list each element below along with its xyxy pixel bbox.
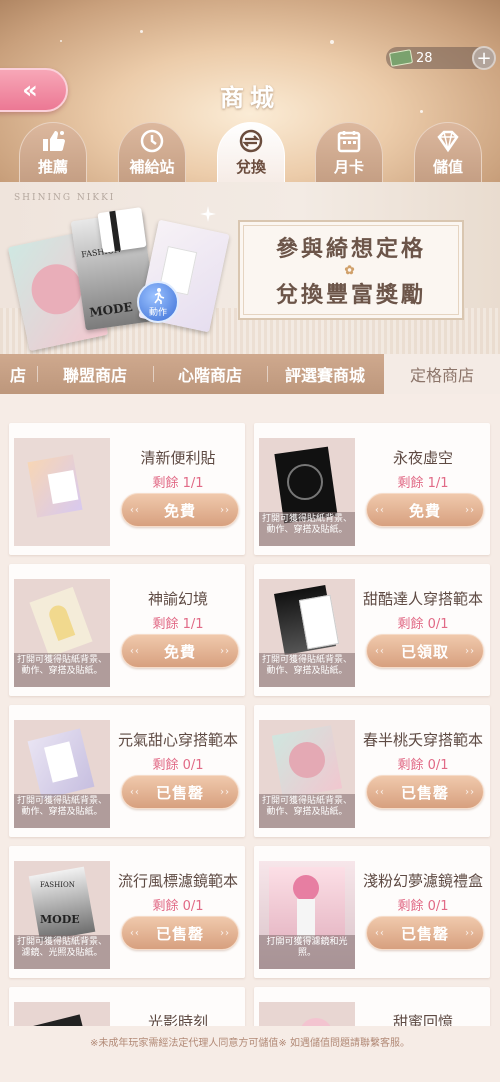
shop-item[interactable]: 清新便利貼 剩餘 1/1 免費 — [9, 423, 245, 555]
sold-out-button[interactable]: 已售罄 — [366, 916, 484, 950]
item-name: 永夜虛空 — [392, 449, 453, 467]
item-thumbnail: 打開可獲得貼紙背景、動作、穿搭及貼紙。 — [14, 720, 110, 828]
subtab-contest-shop[interactable]: 評選賽商城 — [268, 354, 382, 394]
claimed-button[interactable]: 已領取 — [366, 634, 484, 668]
tab-monthly-card[interactable]: 月卡 — [315, 122, 383, 182]
banner-line-2: 兌換豐富獎勵 — [275, 282, 426, 308]
footer-notice: ※未成年玩家需經法定代理人同意方可儲值※ 如遇儲值問題請聯繫客服。 — [0, 1026, 500, 1082]
item-name: 神諭幻境 — [147, 590, 208, 608]
tape-card — [97, 207, 147, 253]
tab-label: 補給站 — [129, 158, 175, 176]
add-currency-button[interactable]: + — [472, 46, 496, 70]
item-remaining: 剩餘 0/1 — [152, 899, 204, 914]
item-thumbnail: 打開可獲得貼紙背景、動作、穿搭及貼紙。 — [14, 579, 110, 687]
item-remaining: 剩餘 0/1 — [397, 617, 449, 632]
item-name: 淺粉幻夢濾鏡禮盒 — [362, 872, 483, 890]
flower-icon: ✿ — [344, 263, 358, 277]
item-thumbnail — [14, 438, 110, 546]
subtab-alliance-shop[interactable]: 聯盟商店 — [38, 354, 152, 394]
sold-out-button[interactable]: 已售罄 — [121, 775, 239, 809]
sold-out-button[interactable]: 已售罄 — [121, 916, 239, 950]
tab-label: 儲值 — [432, 158, 463, 176]
shop-item[interactable]: 打開可獲得貼紙背景、動作、穿搭及貼紙。 甜酷達人穿搭範本 剩餘 0/1 已領取 — [254, 564, 490, 696]
item-caption: 打開可獲得貼紙背景、濾鏡、光照及貼紙。 — [14, 935, 110, 969]
shop-item[interactable]: 打開可獲得濾鏡和光照。 淺粉幻夢濾鏡禮盒 剩餘 0/1 已售罄 — [254, 846, 490, 978]
sold-out-button[interactable]: 已售罄 — [366, 775, 484, 809]
item-caption: 打開可獲得貼紙背景、動作、穿搭及貼紙。 — [259, 653, 355, 687]
free-button[interactable]: 免費 — [366, 493, 484, 527]
item-remaining: 剩餘 1/1 — [397, 476, 449, 491]
item-name: 清新便利貼 — [140, 449, 216, 467]
currency-display: 28 + — [386, 46, 496, 70]
item-remaining: 剩餘 0/1 — [152, 758, 204, 773]
shop-item[interactable]: 打開可獲得貼紙背景、動作、穿搭及貼紙。 春半桃夭穿搭範本 剩餘 0/1 已售罄 — [254, 705, 490, 837]
tab-recommend[interactable]: 推薦 — [19, 122, 87, 182]
diamond-icon — [434, 129, 462, 153]
main-tabs: 推薦 補給站 兌換 月卡 儲值 — [0, 122, 500, 182]
item-thumbnail: 打開可獲得濾鏡和光照。 — [259, 861, 355, 969]
item-remaining: 剩餘 0/1 — [397, 899, 449, 914]
item-caption: 打開可獲得貼紙背景、動作、穿搭及貼紙。 — [259, 512, 355, 546]
header: « 28 + 商城 推薦 補給站 兌換 月卡 儲值 — [0, 0, 500, 190]
item-remaining: 剩餘 1/1 — [152, 476, 204, 491]
item-name: 春半桃夭穿搭範本 — [362, 731, 483, 749]
subtab-shop-partial[interactable]: 店 — [0, 354, 36, 394]
tab-label: 月卡 — [333, 158, 364, 176]
currency-value: 28 — [416, 50, 433, 66]
clock-icon — [138, 129, 166, 153]
running-figure-icon — [154, 287, 165, 304]
shop-item[interactable]: 打開可獲得貼紙背景、動作、穿搭及貼紙。 元氣甜心穿搭範本 剩餘 0/1 已售罄 — [9, 705, 245, 837]
item-caption: 打開可獲得貼紙背景、動作、穿搭及貼紙。 — [14, 794, 110, 828]
item-name: 元氣甜心穿搭範本 — [117, 731, 238, 749]
subtab-heart-shop[interactable]: 心階商店 — [154, 354, 266, 394]
item-remaining: 剩餘 1/1 — [152, 617, 204, 632]
item-caption: 打開可獲得貼紙背景、動作、穿搭及貼紙。 — [14, 653, 110, 687]
item-name: 甜酷達人穿搭範本 — [362, 590, 483, 608]
tab-label: 推薦 — [37, 158, 68, 176]
item-caption: 打開可獲得濾鏡和光照。 — [259, 935, 355, 969]
item-thumbnail: FASHION MODE 打開可獲得貼紙背景、濾鏡、光照及貼紙。 — [14, 861, 110, 969]
sparkle-icon — [200, 206, 216, 222]
shop-subtabs: 店 聯盟商店 心階商店 評選賽商城 定格商店 — [0, 354, 500, 394]
thumbs-up-icon — [39, 129, 67, 153]
subtab-snapshot-shop[interactable]: 定格商店 — [384, 354, 500, 394]
tab-label: 兌換 — [235, 158, 266, 176]
banknote-icon — [388, 49, 414, 67]
free-button[interactable]: 免費 — [121, 634, 239, 668]
brand-watermark: SHINING NIKKI — [14, 193, 116, 203]
item-thumbnail: 打開可獲得貼紙背景、動作、穿搭及貼紙。 — [259, 438, 355, 546]
banner-text-panel: 參與綺想定格 ✿ 兌換豐富獎勵 — [238, 220, 464, 320]
page-title: 商城 — [220, 83, 280, 112]
action-badge-label: 動作 — [148, 307, 167, 318]
item-name: 流行風標濾鏡範本 — [117, 872, 238, 890]
shop-item[interactable]: 打開可獲得貼紙背景、動作、穿搭及貼紙。 永夜虛空 剩餘 1/1 免費 — [254, 423, 490, 555]
exchange-icon — [237, 129, 265, 153]
item-thumbnail: 打開可獲得貼紙背景、動作、穿搭及貼紙。 — [259, 579, 355, 687]
tab-top-up[interactable]: 儲值 — [414, 122, 482, 182]
shop-item[interactable]: 打開可獲得貼紙背景、動作、穿搭及貼紙。 神諭幻境 剩餘 1/1 免費 — [9, 564, 245, 696]
free-button[interactable]: 免費 — [121, 493, 239, 527]
action-badge: 動作 — [137, 281, 179, 323]
tab-exchange[interactable]: 兌換 — [217, 122, 285, 182]
item-thumbnail: 打開可獲得貼紙背景、動作、穿搭及貼紙。 — [259, 720, 355, 828]
banner-line-1: 參與綺想定格 — [275, 236, 426, 262]
calendar-icon — [335, 129, 363, 153]
tab-supply[interactable]: 補給站 — [118, 122, 186, 182]
shop-item[interactable]: FASHION MODE 打開可獲得貼紙背景、濾鏡、光照及貼紙。 流行風標濾鏡範… — [9, 846, 245, 978]
item-caption: 打開可獲得貼紙背景、動作、穿搭及貼紙。 — [259, 794, 355, 828]
item-remaining: 剩餘 0/1 — [397, 758, 449, 773]
